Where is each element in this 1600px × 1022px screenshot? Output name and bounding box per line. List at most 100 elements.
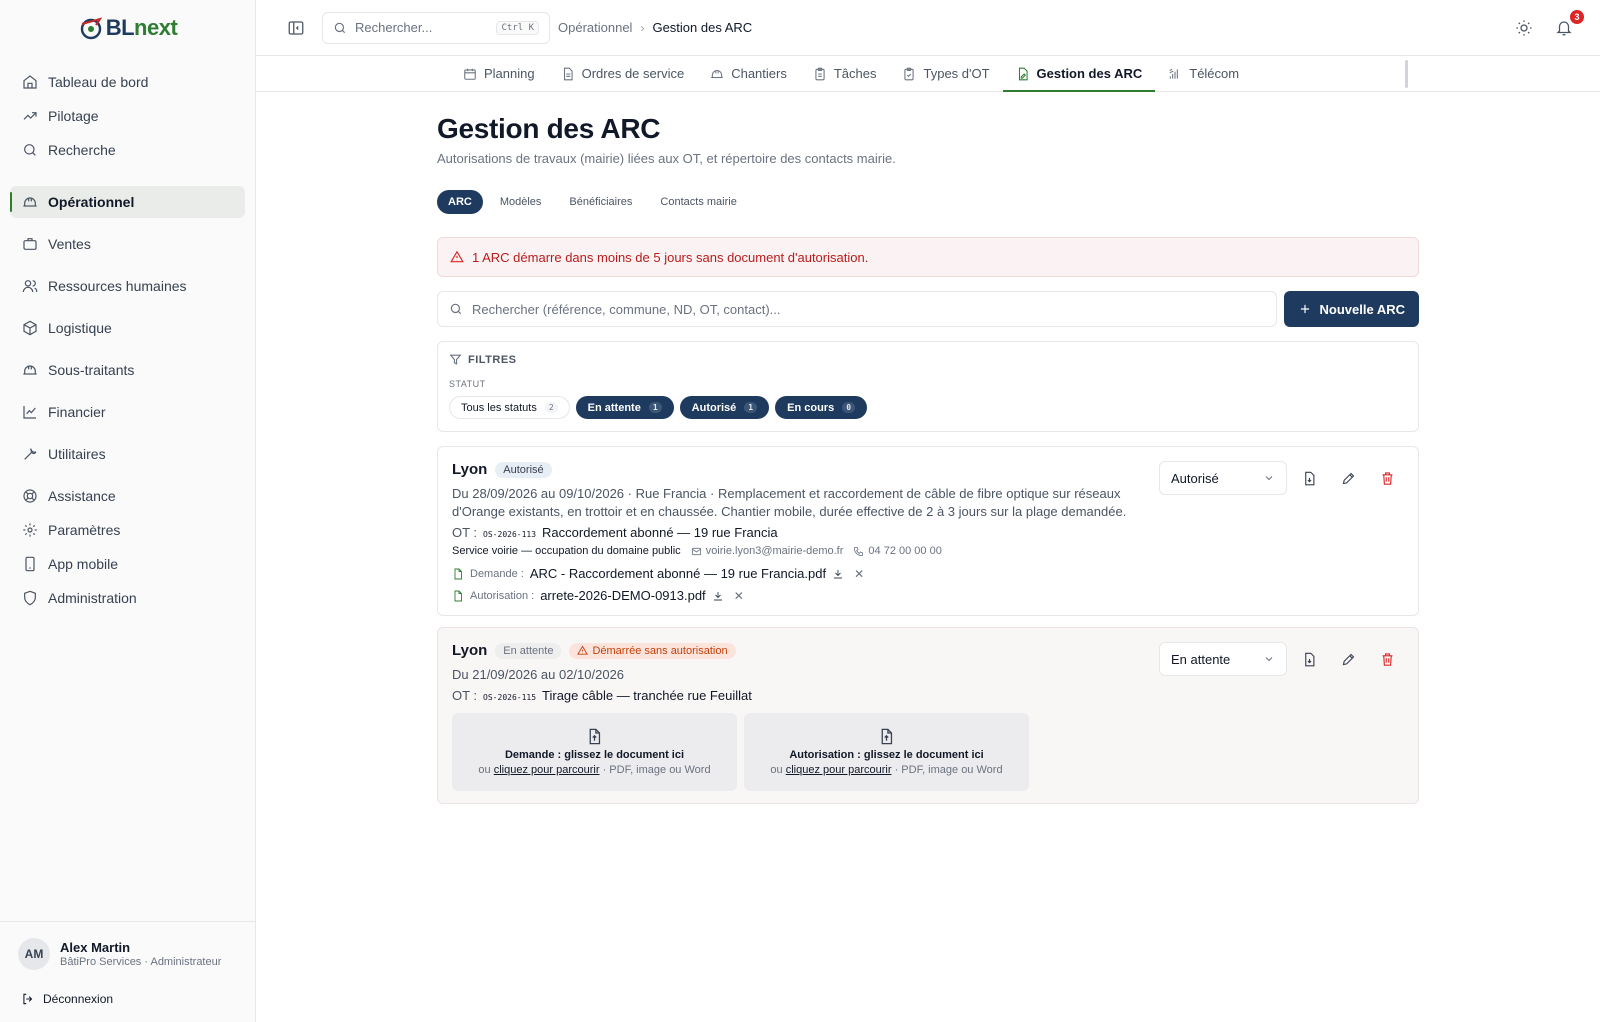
chip-tous-les-statuts[interactable]: Tous les statuts 2 xyxy=(449,396,570,419)
user-profile[interactable]: AM Alex Martin BâtiPro Services · Admini… xyxy=(18,938,237,970)
dropzones: Demande : glissez le document ici ou cli… xyxy=(452,713,1404,791)
subtab-arc[interactable]: ARC xyxy=(437,190,483,214)
download-icon[interactable] xyxy=(712,590,724,602)
autorisation-file[interactable]: arrete-2026-DEMO-0913.pdf xyxy=(540,588,705,603)
sidebar-item-label: Ventes xyxy=(48,236,91,252)
theme-toggle-button[interactable] xyxy=(1508,12,1540,44)
sidebar-item-tableau-de-bord[interactable]: Tableau de bord xyxy=(10,66,245,98)
autorisation-dropzone[interactable]: Autorisation : glissez le document ici o… xyxy=(744,713,1029,791)
tab-taches[interactable]: Tâches xyxy=(800,56,890,91)
logo-text: BLnext xyxy=(106,15,178,41)
remove-demande-icon[interactable]: ✕ xyxy=(854,567,864,581)
breadcrumb-parent[interactable]: Opérationnel xyxy=(558,20,632,35)
contact-email-wrap[interactable]: voirie.lyon3@mairie-demo.fr xyxy=(691,545,844,557)
status-select[interactable]: En attente xyxy=(1159,642,1287,676)
sidebar-item-ventes[interactable]: Ventes xyxy=(10,228,245,260)
logout-button[interactable]: Déconnexion xyxy=(21,992,237,1006)
user-panel: AM Alex Martin BâtiPro Services · Admini… xyxy=(0,921,255,1022)
sidebar-item-ressources-humaines[interactable]: Ressources humaines xyxy=(10,270,245,302)
line-chart-icon xyxy=(23,406,36,419)
arc-search-input[interactable]: Rechercher (référence, commune, ND, OT, … xyxy=(437,291,1277,327)
phone-icon xyxy=(854,546,864,556)
sidebar-item-logistique[interactable]: Logistique xyxy=(10,312,245,344)
chip-autorise[interactable]: Autorisé 1 xyxy=(679,396,770,419)
tab-telecom[interactable]: Télécom xyxy=(1155,56,1252,91)
sidebar-item-sous-traitants[interactable]: Sous-traitants xyxy=(10,354,245,386)
sidebar-item-label: Assistance xyxy=(48,488,116,504)
sidebar-item-administration[interactable]: Administration xyxy=(10,582,245,614)
ot-label: OT : xyxy=(452,688,478,703)
trash-icon xyxy=(1382,471,1393,485)
generate-document-button[interactable] xyxy=(1293,643,1326,676)
bell-icon xyxy=(1556,20,1572,35)
sidebar-item-utilitaires[interactable]: Utilitaires xyxy=(10,438,245,470)
chevron-right-icon: › xyxy=(640,20,645,35)
chip-en-attente[interactable]: En attente 1 xyxy=(575,396,674,419)
tab-ordres-de-service[interactable]: Ordres de service xyxy=(548,56,698,91)
demande-file[interactable]: ARC - Raccordement abonné — 19 rue Franc… xyxy=(530,566,826,581)
edit-button[interactable] xyxy=(1332,462,1365,495)
global-search-input[interactable]: Rechercher... Ctrl K xyxy=(322,11,550,44)
demande-dropzone[interactable]: Demande : glissez le document ici ou cli… xyxy=(452,713,737,791)
ot-title[interactable]: Tirage câble — tranchée rue Feuillat xyxy=(542,688,752,703)
delete-button[interactable] xyxy=(1371,462,1404,495)
tabs-scrollbar[interactable] xyxy=(1405,60,1408,88)
delete-button[interactable] xyxy=(1371,643,1404,676)
sidebar-item-parametres[interactable]: Paramètres xyxy=(10,514,245,546)
notifications-button[interactable]: 3 xyxy=(1548,9,1584,44)
browse-link[interactable]: cliquez pour parcourir xyxy=(786,764,892,776)
contact-email: voirie.lyon3@mairie-demo.fr xyxy=(705,545,844,557)
download-icon[interactable] xyxy=(832,568,844,580)
sidebar-item-financier[interactable]: Financier xyxy=(10,396,245,428)
generate-document-button[interactable] xyxy=(1293,462,1326,495)
sidebar-item-recherche[interactable]: Recherche xyxy=(10,134,245,166)
tab-planning[interactable]: Planning xyxy=(450,56,548,91)
tab-label: Gestion des ARC xyxy=(1036,66,1143,81)
sidebar-item-label: Tableau de bord xyxy=(48,74,149,90)
sidebar-item-assistance[interactable]: Assistance xyxy=(10,480,245,512)
tab-chantiers[interactable]: Chantiers xyxy=(697,56,800,91)
ot-line: OT : OS-2026-115 Tirage câble — tranchée… xyxy=(452,688,1404,703)
search-icon xyxy=(334,22,346,33)
autorisation-document-row: Autorisation : arrete-2026-DEMO-0913.pdf… xyxy=(452,588,1404,603)
toggle-sidebar-button[interactable] xyxy=(280,12,312,44)
tab-gestion-des-arc[interactable]: Gestion des ARC xyxy=(1002,56,1156,92)
chip-en-cours[interactable]: En cours 0 xyxy=(775,396,868,419)
breadcrumb: Opérationnel › Gestion des ARC xyxy=(558,20,752,35)
edit-button[interactable] xyxy=(1332,643,1365,676)
hard-hat-icon xyxy=(23,197,37,207)
subtab-beneficiaires[interactable]: Bénéficiaires xyxy=(558,190,643,214)
logo-mark-icon xyxy=(80,17,103,40)
topbar-actions: 3 xyxy=(1508,9,1584,44)
status-select[interactable]: Autorisé xyxy=(1159,461,1287,495)
plus-icon xyxy=(1300,304,1309,314)
file-icon xyxy=(454,568,462,579)
chip-count: 2 xyxy=(544,402,558,413)
subtab-modeles[interactable]: Modèles xyxy=(489,190,553,214)
home-icon xyxy=(23,75,37,89)
ot-code[interactable]: OS-2026-113 xyxy=(483,530,536,539)
hard-hat-icon xyxy=(711,69,724,78)
remove-autorisation-icon[interactable]: ✕ xyxy=(734,589,744,603)
ot-title[interactable]: Raccordement abonné — 19 rue Francia xyxy=(542,525,778,540)
sidebar-item-label: Logistique xyxy=(48,320,112,336)
contact-phone-wrap[interactable]: 04 72 00 00 00 xyxy=(853,545,942,557)
wrench-icon xyxy=(24,448,37,460)
sidebar-item-operationnel[interactable]: Opérationnel xyxy=(10,186,245,218)
filters-panel: FILTRES STATUT Tous les statuts 2 En att… xyxy=(437,341,1419,432)
tab-types-ot[interactable]: Types d'OT xyxy=(889,56,1002,91)
search-icon xyxy=(450,303,462,315)
sidebar-item-app-mobile[interactable]: App mobile xyxy=(10,548,245,580)
file-upload-icon xyxy=(589,728,601,745)
breadcrumb-current: Gestion des ARC xyxy=(652,20,753,35)
browse-link[interactable]: cliquez pour parcourir xyxy=(494,764,600,776)
ot-code[interactable]: OS-2026-115 xyxy=(483,693,536,702)
user-role: BâtiPro Services · Administrateur xyxy=(60,956,222,968)
status-chips: Tous les statuts 2 En attente 1 Autorisé… xyxy=(449,396,1407,419)
new-arc-button[interactable]: Nouvelle ARC xyxy=(1283,291,1419,327)
chip-label: En cours xyxy=(787,401,835,414)
subtab-contacts-mairie[interactable]: Contacts mairie xyxy=(649,190,747,214)
sidebar-item-pilotage[interactable]: Pilotage xyxy=(10,100,245,132)
app-logo[interactable]: BLnext xyxy=(0,0,255,56)
user-name: Alex Martin xyxy=(60,940,131,955)
